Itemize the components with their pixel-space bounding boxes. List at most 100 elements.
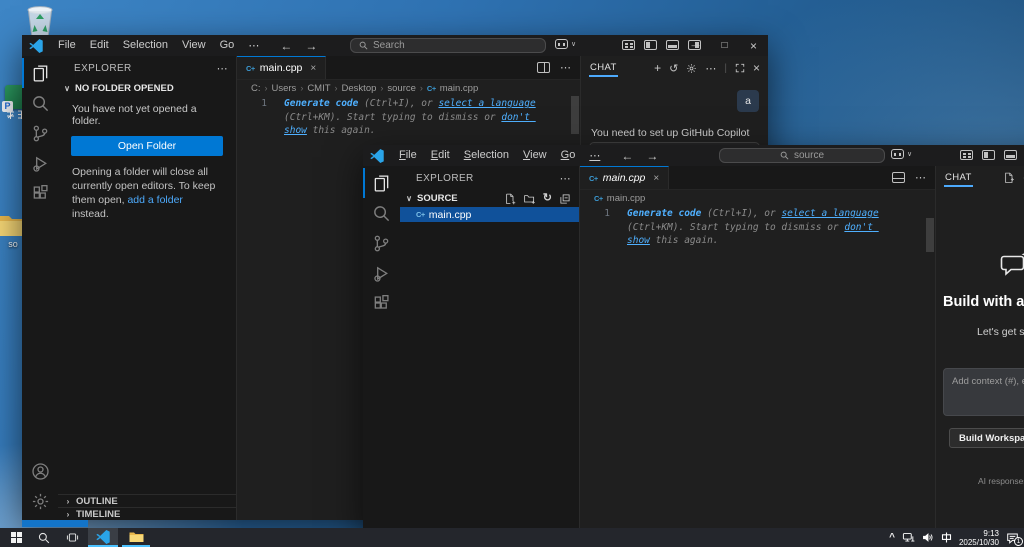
- toggle-sidebar-icon[interactable]: [982, 150, 995, 160]
- new-chat-icon[interactable]: +: [654, 61, 661, 75]
- split-editor-icon[interactable]: [892, 172, 905, 183]
- back-icon[interactable]: ←: [621, 149, 633, 163]
- w2-breadcrumb[interactable]: C+ main.cpp: [580, 190, 935, 206]
- menu-file[interactable]: File: [51, 39, 83, 52]
- tray-expand-icon[interactable]: ^: [889, 532, 895, 543]
- new-folder-icon[interactable]: [523, 193, 536, 205]
- customize-layout-icon[interactable]: [960, 150, 973, 160]
- activity-extensions-icon[interactable]: [22, 178, 58, 208]
- network-icon[interactable]: [902, 532, 915, 543]
- chat-tab[interactable]: CHAT: [589, 59, 618, 77]
- taskbar-clock[interactable]: 9:13 2025/10/30: [959, 529, 999, 547]
- tab-close-icon[interactable]: ×: [653, 173, 659, 184]
- w1-copilot-button[interactable]: ∨: [555, 39, 576, 49]
- start-button[interactable]: [2, 528, 30, 547]
- menu-edit[interactable]: Edit: [83, 39, 116, 52]
- generate-code-link[interactable]: Generate code: [284, 98, 358, 109]
- w1-breadcrumb[interactable]: C:› Users› CMIT› Desktop› source› C+ mai…: [237, 80, 580, 96]
- tab-close-icon[interactable]: ×: [310, 63, 316, 74]
- w2-titlebar[interactable]: File Edit Selection View Go ⋯ ← → source…: [363, 145, 1024, 166]
- menu-more-icon[interactable]: ⋯: [241, 39, 266, 52]
- account-icon[interactable]: [22, 456, 58, 486]
- menu-view[interactable]: View: [175, 39, 213, 52]
- activity-extensions-icon[interactable]: [363, 288, 400, 318]
- menu-go[interactable]: Go: [213, 39, 242, 52]
- action-center-button[interactable]: 1: [1006, 532, 1019, 544]
- menu-go[interactable]: Go: [554, 149, 583, 162]
- menu-selection[interactable]: Selection: [116, 39, 175, 52]
- activity-run-debug-icon[interactable]: [22, 148, 58, 178]
- task-view-button[interactable]: [58, 528, 86, 547]
- ime-indicator[interactable]: 中: [941, 532, 952, 543]
- editor-scrollbar[interactable]: [571, 96, 579, 134]
- chat-tab[interactable]: CHAT: [944, 169, 973, 187]
- toggle-sidebar-icon[interactable]: [644, 40, 657, 50]
- explorer-more-icon[interactable]: ⋯: [217, 62, 228, 75]
- refresh-icon[interactable]: ↻: [543, 193, 552, 204]
- chat-close-icon[interactable]: ×: [753, 61, 760, 75]
- select-language-link[interactable]: select a language: [438, 98, 535, 109]
- new-file-icon[interactable]: [504, 193, 516, 205]
- forward-icon[interactable]: →: [646, 149, 658, 163]
- split-editor-icon[interactable]: [537, 62, 550, 73]
- chat-maximize-icon[interactable]: [735, 63, 745, 73]
- w2-code-area[interactable]: 1 Generate code (Ctrl+I), or select a la…: [580, 206, 935, 528]
- taskbar-explorer-button[interactable]: [122, 528, 150, 547]
- open-folder-button[interactable]: Open Folder: [71, 136, 223, 156]
- forward-icon[interactable]: →: [305, 39, 317, 53]
- collapse-folders-icon[interactable]: [559, 193, 571, 205]
- w2-copilot-button[interactable]: ∨: [891, 149, 912, 159]
- maximize-button[interactable]: □: [710, 35, 739, 56]
- customize-layout-icon[interactable]: [622, 40, 635, 50]
- toggle-panel-icon[interactable]: [1004, 150, 1017, 160]
- activity-explorer-icon[interactable]: [22, 58, 58, 88]
- build-workspace-button[interactable]: Build Workspace: [949, 428, 1024, 448]
- activity-run-debug-icon[interactable]: [363, 258, 400, 288]
- select-language-link[interactable]: select a language: [781, 208, 878, 219]
- menu-file[interactable]: File: [392, 149, 424, 162]
- editor-scrollbar[interactable]: [926, 218, 934, 252]
- w1-section-no-folder[interactable]: ∨ NO FOLDER OPENED: [58, 80, 236, 97]
- editor-more-icon[interactable]: ⋯: [560, 61, 571, 74]
- settings-gear-icon[interactable]: [22, 486, 58, 516]
- activity-explorer-icon[interactable]: [363, 168, 400, 198]
- menu-view[interactable]: View: [516, 149, 554, 162]
- back-icon[interactable]: ←: [280, 39, 292, 53]
- taskbar-vscode-button[interactable]: [88, 528, 118, 547]
- w1-search-box[interactable]: Search: [350, 38, 546, 53]
- menu-edit[interactable]: Edit: [424, 149, 457, 162]
- add-a-folder-link[interactable]: add a folder: [127, 194, 182, 206]
- new-chat-icon[interactable]: [1003, 172, 1015, 184]
- w1-titlebar[interactable]: File Edit Selection View Go ⋯ ← → Search…: [22, 35, 768, 56]
- toggle-panel-icon[interactable]: [666, 40, 679, 50]
- file-explorer-icon: [129, 531, 144, 543]
- chat-history-icon[interactable]: ↺: [669, 62, 678, 75]
- chat-settings-gear-icon[interactable]: [686, 63, 697, 74]
- generate-code-link[interactable]: Generate code: [627, 208, 701, 219]
- tab-main-cpp[interactable]: C+ main.cpp ×: [580, 166, 669, 189]
- chat-input[interactable]: Add context (#), extensi: [943, 368, 1024, 416]
- editor-more-icon[interactable]: ⋯: [915, 171, 926, 184]
- activity-source-control-icon[interactable]: [22, 118, 58, 148]
- volume-icon[interactable]: [922, 532, 934, 543]
- taskbar-search-button[interactable]: [30, 528, 58, 547]
- w1-explorer-header: EXPLORER ⋯: [58, 56, 236, 80]
- chat-more-icon[interactable]: ⋯: [705, 62, 716, 75]
- activity-search-icon[interactable]: [22, 88, 58, 118]
- w2-section-source[interactable]: ∨ SOURCE ↻: [400, 190, 579, 207]
- w1-status-bar-remote[interactable]: [22, 520, 88, 527]
- explorer-more-icon[interactable]: ⋯: [560, 172, 571, 185]
- file-row-main-cpp[interactable]: C+ main.cpp: [400, 207, 579, 222]
- minimize-button[interactable]: —: [681, 35, 710, 56]
- w2-search-box[interactable]: source: [719, 148, 885, 163]
- timeline-section[interactable]: › TIMELINE: [58, 507, 236, 520]
- menu-selection[interactable]: Selection: [457, 149, 516, 162]
- activity-search-icon[interactable]: [363, 198, 400, 228]
- outline-section[interactable]: › OUTLINE: [58, 494, 236, 507]
- menu-more-icon[interactable]: ⋯: [582, 149, 607, 162]
- activity-source-control-icon[interactable]: [363, 228, 400, 258]
- tab-main-cpp[interactable]: C+ main.cpp ×: [237, 56, 326, 79]
- w1-menubar: File Edit Selection View Go ⋯: [51, 39, 266, 52]
- task-view-icon: [66, 532, 79, 543]
- close-button[interactable]: ×: [739, 35, 768, 56]
